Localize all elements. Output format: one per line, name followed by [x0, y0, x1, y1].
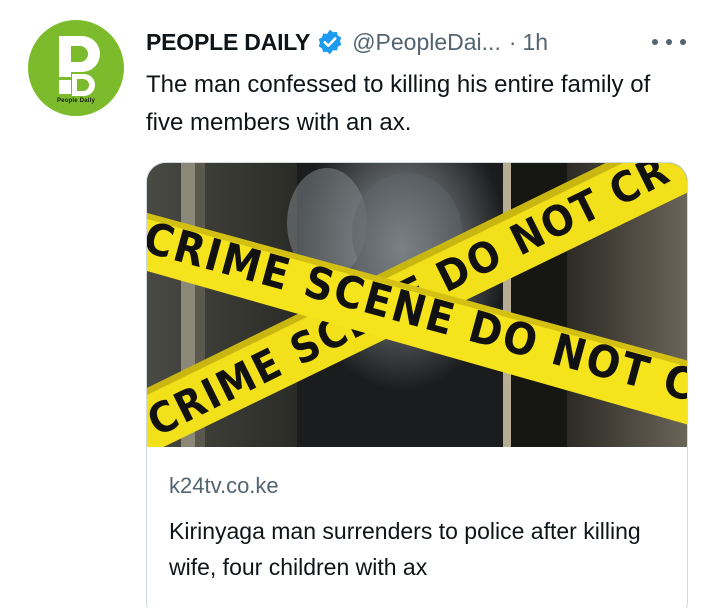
separator-dot: · [508, 28, 517, 55]
user-handle[interactable]: @PeopleDai... [352, 29, 501, 56]
verified-badge-icon [318, 29, 342, 55]
more-dot [652, 39, 658, 45]
timestamp[interactable]: 1h [523, 29, 549, 56]
avatar[interactable]: People Daily [28, 20, 124, 116]
avatar-caption: People Daily [56, 98, 96, 104]
card-title[interactable]: Kirinyaga man surrenders to police after… [169, 513, 679, 585]
tweet-header: PEOPLE DAILY @PeopleDai... · 1h [146, 24, 548, 60]
tweet-text: The man confessed to killing his entire … [146, 71, 651, 136]
link-card[interactable]: CRIME SCENE DO NOT CR CRIME SCENE DO NOT… [146, 162, 688, 608]
card-image: CRIME SCENE DO NOT CR CRIME SCENE DO NOT… [147, 163, 687, 447]
card-domain: k24tv.co.ke [169, 473, 279, 498]
more-options-icon[interactable] [652, 30, 686, 54]
more-dot [666, 39, 672, 45]
more-dot [680, 39, 686, 45]
display-name[interactable]: PEOPLE DAILY [146, 29, 310, 56]
card-meta: k24tv.co.ke Kirinyaga man surrenders to … [169, 473, 679, 585]
